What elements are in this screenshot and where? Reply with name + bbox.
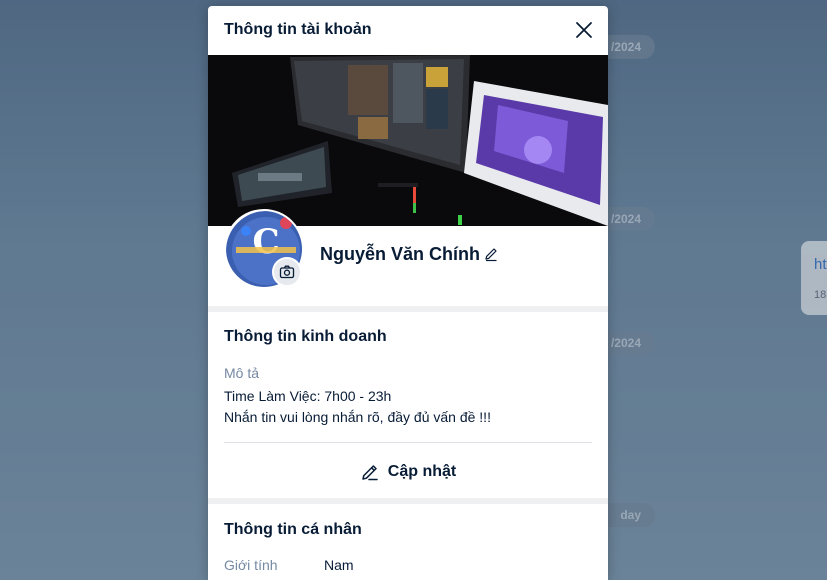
- section-separator: [208, 498, 608, 504]
- modal-title: Thông tin tài khoản: [224, 21, 372, 38]
- change-avatar-button[interactable]: [272, 257, 302, 287]
- edit-name-button[interactable]: [483, 246, 499, 262]
- description-line: Time Làm Việc: 7h00 - 23h: [224, 388, 392, 404]
- divider: [224, 442, 592, 443]
- section-separator: [208, 306, 608, 312]
- svg-text:C: C: [252, 222, 279, 262]
- profile-name: Nguyễn Văn Chính: [320, 244, 481, 264]
- business-info-title: Thông tin kinh doanh: [224, 328, 387, 345]
- update-button[interactable]: Cập nhật: [208, 450, 608, 494]
- camera-icon: [279, 265, 295, 279]
- gender-label: Giới tính: [224, 557, 278, 573]
- close-icon: [576, 22, 592, 38]
- personal-info-title: Thông tin cá nhân: [224, 521, 362, 538]
- gender-value: Nam: [324, 557, 354, 573]
- cover-image: [208, 55, 608, 226]
- edit-icon: [362, 465, 378, 481]
- account-info-modal: Thông tin tài khoản C Nguyễn Văn Chính T…: [208, 6, 608, 580]
- update-label: Cập nhật: [387, 463, 457, 480]
- cover-photo[interactable]: [208, 55, 608, 226]
- modal-header: Thông tin tài khoản: [208, 6, 608, 55]
- description-label: Mô tả: [224, 365, 260, 381]
- description-line: Nhắn tin vui lòng nhắn rõ, đầy đủ vấn đề…: [224, 409, 491, 425]
- close-button[interactable]: [572, 18, 596, 42]
- pencil-icon: [485, 248, 497, 262]
